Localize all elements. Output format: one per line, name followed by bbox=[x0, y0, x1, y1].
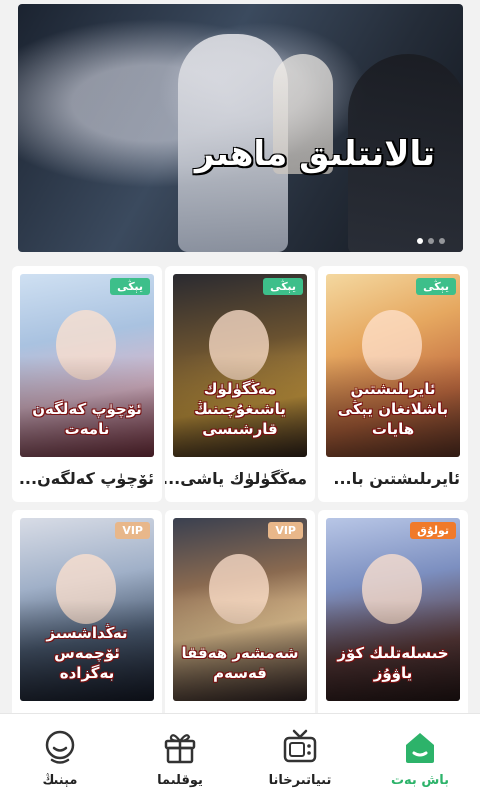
banner-dot-1[interactable] bbox=[417, 238, 423, 244]
drama-card[interactable]: ئۆچۈپ كەلگەن نامەت يېڭى ئۆچۈپ كەلگەن... bbox=[12, 266, 162, 502]
vip-badge: VIP bbox=[268, 522, 303, 539]
bottom-tab-bar: باش بەت تىياتىرخانا يوقلىما مېنىڭ bbox=[0, 713, 480, 800]
drama-card[interactable]: شەمشەر ھەققا قەسەم VIP شەمشەر ھەققا... bbox=[165, 510, 315, 746]
drama-card[interactable]: تەڭداشسىز ئۆچمەس بەگزادە VIP تەڭداشسىز ئ… bbox=[12, 510, 162, 746]
tab-profile-label: مېنىڭ bbox=[42, 772, 78, 788]
drama-card[interactable]: خىسلەتلىك كۆز ياۋۇز تولۇق خىسلەتلىك كۆز.… bbox=[318, 510, 468, 746]
vip-badge: VIP bbox=[115, 522, 150, 539]
poster-title: تەڭداشسىز ئۆچمەس بەگزادە bbox=[46, 624, 128, 682]
new-badge: يېڭى bbox=[263, 278, 303, 295]
tab-theater-label: تىياتىرخانا bbox=[268, 772, 332, 788]
poster-image: خىسلەتلىك كۆز ياۋۇز تولۇق bbox=[326, 518, 460, 701]
tab-checkin-label: يوقلىما bbox=[157, 772, 203, 788]
finished-badge: تولۇق bbox=[410, 522, 456, 539]
tab-home[interactable]: باش بەت bbox=[360, 714, 480, 800]
poster-title: خىسلەتلىك كۆز ياۋۇز bbox=[337, 644, 449, 682]
banner-dot-2[interactable] bbox=[428, 238, 434, 244]
profile-icon bbox=[45, 730, 75, 764]
drama-title: مەڭگۈلۈك ياشى... bbox=[165, 469, 307, 488]
poster-image: مەڭگۈلۈك ياشىغۇچىنىڭ قارشىسى يېڭى bbox=[173, 274, 307, 457]
tab-theater[interactable]: تىياتىرخانا bbox=[240, 714, 360, 800]
new-badge: يېڭى bbox=[110, 278, 150, 295]
tab-home-label: باش بەت bbox=[390, 772, 450, 788]
tv-icon bbox=[283, 729, 317, 762]
home-icon bbox=[406, 732, 434, 763]
new-badge: يېڭى bbox=[416, 278, 456, 295]
gift-icon bbox=[164, 733, 196, 763]
poster-image: تەڭداشسىز ئۆچمەس بەگزادە VIP bbox=[20, 518, 154, 701]
poster-image: ئايرىلىشتىن باشلانغان يېڭى ھايات يېڭى bbox=[326, 274, 460, 457]
poster-image: ئۆچۈپ كەلگەن نامەت يېڭى bbox=[20, 274, 154, 457]
tab-profile[interactable]: مېنىڭ bbox=[0, 714, 120, 800]
poster-image: شەمشەر ھەققا قەسەم VIP bbox=[173, 518, 307, 701]
banner-title: تالانتلىق ماھىر bbox=[194, 134, 435, 174]
drama-title: ئايرىلىشتىن با... bbox=[333, 469, 460, 488]
drama-title: ئۆچۈپ كەلگەن... bbox=[18, 469, 154, 488]
poster-title: شەمشەر ھەققا قەسەم bbox=[181, 644, 299, 682]
tab-checkin[interactable]: يوقلىما bbox=[120, 714, 240, 800]
poster-title: ئۆچۈپ كەلگەن نامەت bbox=[32, 400, 142, 438]
banner-pagination bbox=[417, 238, 445, 244]
hero-banner[interactable]: تالانتلىق ماھىر bbox=[18, 4, 463, 252]
banner-dot-3[interactable] bbox=[439, 238, 445, 244]
drama-card[interactable]: مەڭگۈلۈك ياشىغۇچىنىڭ قارشىسى يېڭى مەڭگۈل… bbox=[165, 266, 315, 502]
poster-title: ئايرىلىشتىن باشلانغان يېڭى ھايات bbox=[337, 380, 449, 438]
drama-card[interactable]: ئايرىلىشتىن باشلانغان يېڭى ھايات يېڭى ئا… bbox=[318, 266, 468, 502]
poster-title: مەڭگۈلۈك ياشىغۇچىنىڭ قارشىسى bbox=[194, 380, 286, 438]
